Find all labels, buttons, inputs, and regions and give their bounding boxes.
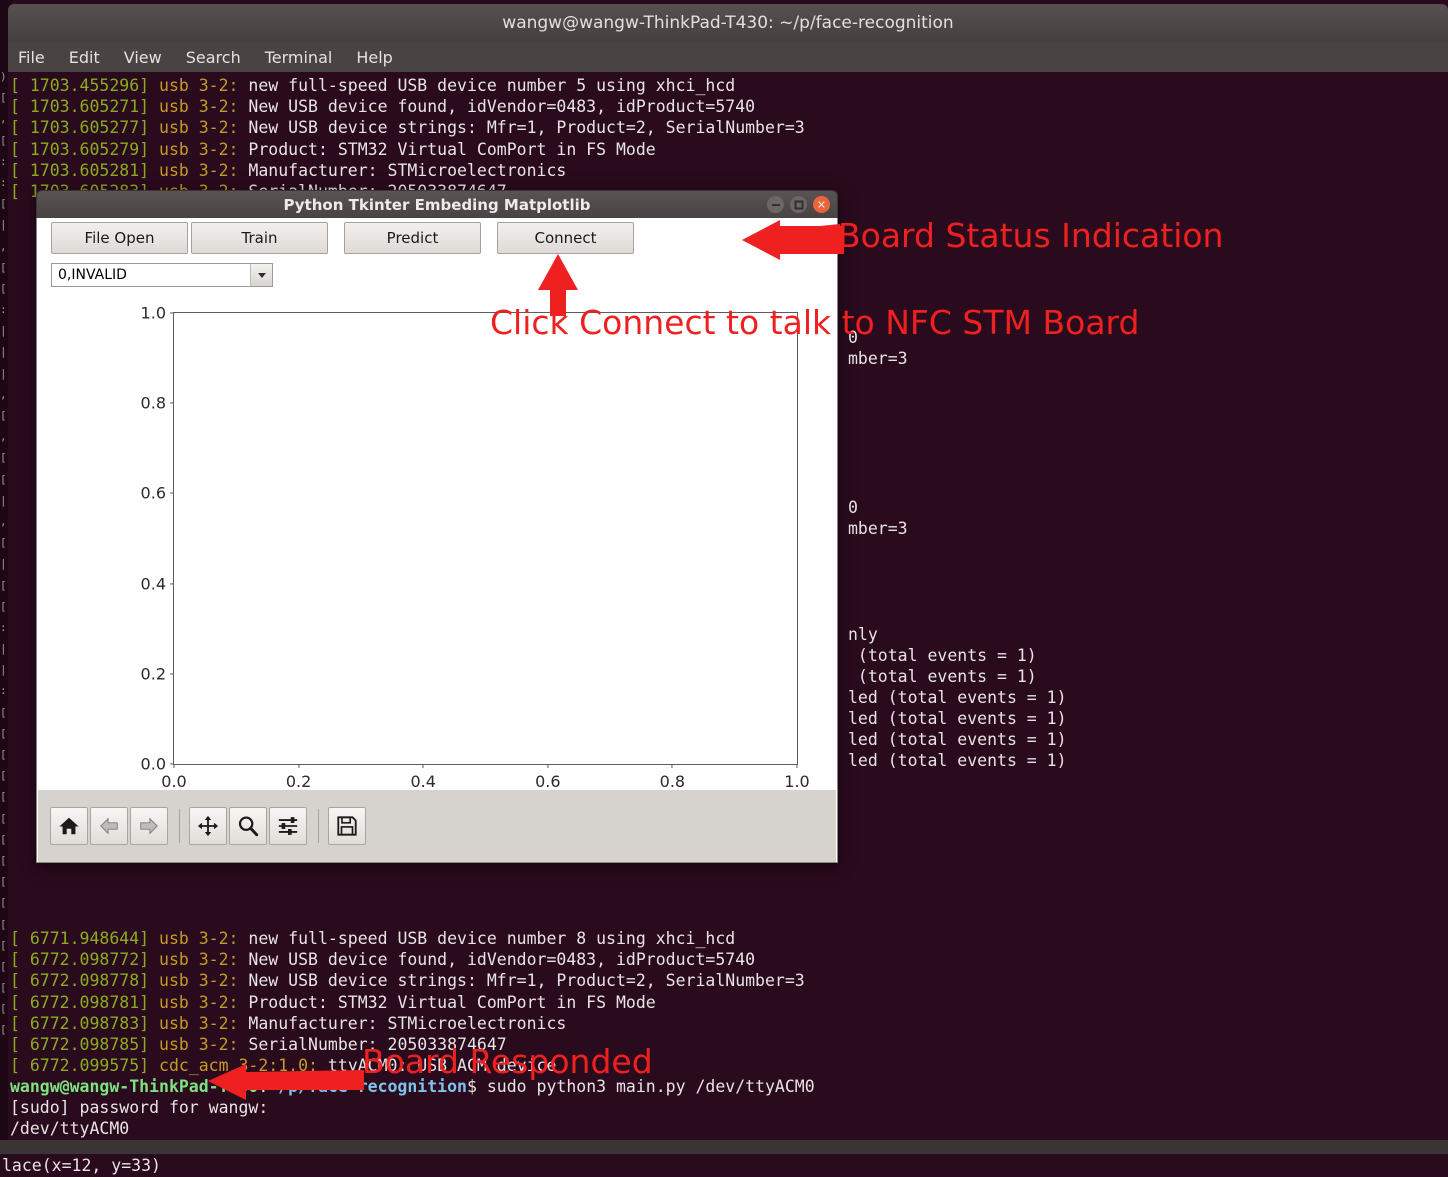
forward-arrow-icon[interactable] xyxy=(130,807,168,845)
pan-move-icon[interactable] xyxy=(189,807,227,845)
terminal-line-occluded: 0 xyxy=(848,328,858,347)
terminal-menubar[interactable]: File Edit View Search Terminal Help xyxy=(8,42,1448,72)
terminal-line: [ 1703.605277] usb 3-2: New USB device s… xyxy=(10,118,805,138)
tkinter-window-controls: ✕ xyxy=(767,196,830,213)
menu-item-search[interactable]: Search xyxy=(186,48,241,67)
terminal-line: [ 6771.948644] usb 3-2: new full-speed U… xyxy=(10,929,736,948)
terminal-line-occluded: led (total events = 1) xyxy=(848,751,1067,770)
menu-item-terminal[interactable]: Terminal xyxy=(265,48,333,67)
terminal-line-occluded: (total events = 1) xyxy=(848,667,1037,686)
terminal-line: [ 6772.098783] usb 3-2: Manufacturer: ST… xyxy=(10,1013,567,1033)
y-axis-tick-label: 0.6 xyxy=(140,483,166,503)
y-axis-tick-mark xyxy=(170,312,174,314)
x-axis-tick-mark xyxy=(671,764,673,768)
tkinter-content: File Open Train Predict Connect 0,INVALI… xyxy=(36,218,838,863)
terminal-line-occluded: nly xyxy=(848,625,878,644)
screen: )[[,[[:[:[[|[,[[[:[|[|[|[,[[,[[[|[,[[|[[… xyxy=(0,0,1448,1177)
terminal-line: [ 1703.605271] usb 3-2: New USB device f… xyxy=(10,97,756,117)
x-axis-tick-mark xyxy=(422,764,424,768)
terminal-line-occluded: led (total events = 1) xyxy=(848,730,1067,749)
save-floppy-icon[interactable] xyxy=(328,807,366,845)
terminal-line: [ 1703.455296] usb 3-2: new full-speed U… xyxy=(10,76,736,95)
terminal-line: [ 1703.605281] usb 3-2: Manufacturer: ST… xyxy=(10,160,567,180)
close-icon[interactable]: ✕ xyxy=(813,196,830,213)
y-axis-tick-mark xyxy=(170,492,174,494)
x-axis-tick-mark xyxy=(547,764,549,768)
y-axis-tick-label: 0.8 xyxy=(140,393,166,413)
terminal-line-occluded: (total events = 1) xyxy=(848,646,1037,665)
tkinter-app-window: Python Tkinter Embeding Matplotlib ✕ Fil… xyxy=(36,190,838,863)
chevron-down-icon[interactable] xyxy=(250,264,272,286)
plot-axes[interactable]: 0.0 0.2 0.4 0.6 0.8 1.0 0.0 0.2 0.4 0.6 0.8 1.0 xyxy=(141,304,810,792)
x-axis-tick-label: 1.0 xyxy=(784,772,810,791)
terminal-line-occluded: led (total events = 1) xyxy=(848,709,1067,728)
terminal-titlebar: wangw@wangw-ThinkPad-T430: ~/p/face-reco… xyxy=(8,4,1448,42)
terminal-line: [ 6772.098772] usb 3-2: New USB device f… xyxy=(10,950,756,970)
zoom-magnifier-icon[interactable] xyxy=(229,807,267,845)
toolbar-divider-1 xyxy=(179,809,180,843)
y-axis-tick-label: 0.2 xyxy=(140,664,166,684)
y-axis-tick-mark xyxy=(170,402,174,404)
x-axis-tick-label: 0.8 xyxy=(659,772,686,791)
y-axis-tick-label: 1.0 xyxy=(140,303,166,323)
matplotlib-toolbar xyxy=(38,790,836,862)
y-axis-tick-label: 0.4 xyxy=(140,574,166,594)
tkinter-window-title: Python Tkinter Embeding Matplotlib xyxy=(283,196,591,214)
terminal-log-bottom: [ 6771.948644] usb 3-2: new full-speed U… xyxy=(8,928,1448,1076)
terminal-prompt-line: wangw@wangw-ThinkPad-T430:~/p/face-recog… xyxy=(10,1077,815,1096)
x-axis-tick-label: 0.0 xyxy=(161,772,187,791)
terminal-line: [ 6772.098778] usb 3-2: New USB device s… xyxy=(10,971,805,991)
record-select-dropdown[interactable]: 0,INVALID xyxy=(51,263,273,287)
tkinter-titlebar[interactable]: Python Tkinter Embeding Matplotlib ✕ xyxy=(36,190,838,218)
y-axis-tick-label: 0.0 xyxy=(140,754,166,774)
configure-subplots-icon[interactable] xyxy=(269,807,307,845)
menu-item-help[interactable]: Help xyxy=(356,48,392,67)
terminal-line: [ 6772.098781] usb 3-2: Product: STM32 V… xyxy=(10,992,656,1012)
y-axis-tick-mark xyxy=(170,673,174,675)
x-axis-tick-mark xyxy=(173,764,175,768)
toolbar-divider-2 xyxy=(318,809,319,843)
home-icon[interactable] xyxy=(50,807,88,845)
terminal-line-occluded: 0 xyxy=(848,498,858,517)
menu-item-file[interactable]: File xyxy=(18,48,45,67)
terminal-line: [ 1703.605279] usb 3-2: Product: STM32 V… xyxy=(10,139,656,159)
matplotlib-canvas[interactable]: 0.0 0.2 0.4 0.6 0.8 1.0 0.0 0.2 0.4 0.6 0.8 1.0 xyxy=(38,290,836,792)
menu-item-edit[interactable]: Edit xyxy=(69,48,100,67)
background-window-bottom-text: lace(x=12, y=33) xyxy=(2,1156,161,1175)
train-button[interactable]: Train xyxy=(191,222,328,254)
x-axis-tick-mark xyxy=(796,764,798,768)
terminal-output-line: [sudo] password for wangw: xyxy=(10,1098,269,1118)
terminal-line-occluded: mber=3 xyxy=(848,519,908,538)
back-arrow-icon[interactable] xyxy=(90,807,128,845)
x-axis-tick-mark xyxy=(298,764,300,768)
background-window-edge xyxy=(0,1140,1448,1154)
connect-button[interactable]: Connect xyxy=(497,222,634,254)
tkinter-button-row: File Open Train Predict Connect xyxy=(37,218,837,258)
minimize-icon[interactable] xyxy=(767,196,784,213)
record-select-value: 0,INVALID xyxy=(58,267,127,283)
x-axis-tick-label: 0.4 xyxy=(410,772,436,791)
x-axis-tick-label: 0.6 xyxy=(535,772,561,791)
terminal-output-line: /dev/ttyACM0 xyxy=(10,1119,130,1139)
x-axis-tick-label: 0.2 xyxy=(285,772,312,791)
background-window-bottom: lace(x=12, y=33) xyxy=(0,1154,1448,1177)
file-open-button[interactable]: File Open xyxy=(51,222,188,254)
terminal-log-top: [ 1703.455296] usb 3-2: new full-speed U… xyxy=(8,75,1448,202)
terminal-line-occluded: led (total events = 1) xyxy=(848,688,1067,707)
predict-button[interactable]: Predict xyxy=(344,222,481,254)
menu-item-view[interactable]: View xyxy=(124,48,162,67)
terminal-line-occluded: mber=3 xyxy=(848,349,908,368)
terminal-line: [ 6772.099575] cdc_acm 3-2:1.0: ttyACM0:… xyxy=(10,1056,557,1076)
maximize-icon[interactable] xyxy=(790,196,807,213)
terminal-title: wangw@wangw-ThinkPad-T430: ~/p/face-reco… xyxy=(502,13,954,33)
y-axis-tick-mark xyxy=(170,583,174,585)
terminal-line: [ 6772.098785] usb 3-2: SerialNumber: 20… xyxy=(10,1034,507,1054)
